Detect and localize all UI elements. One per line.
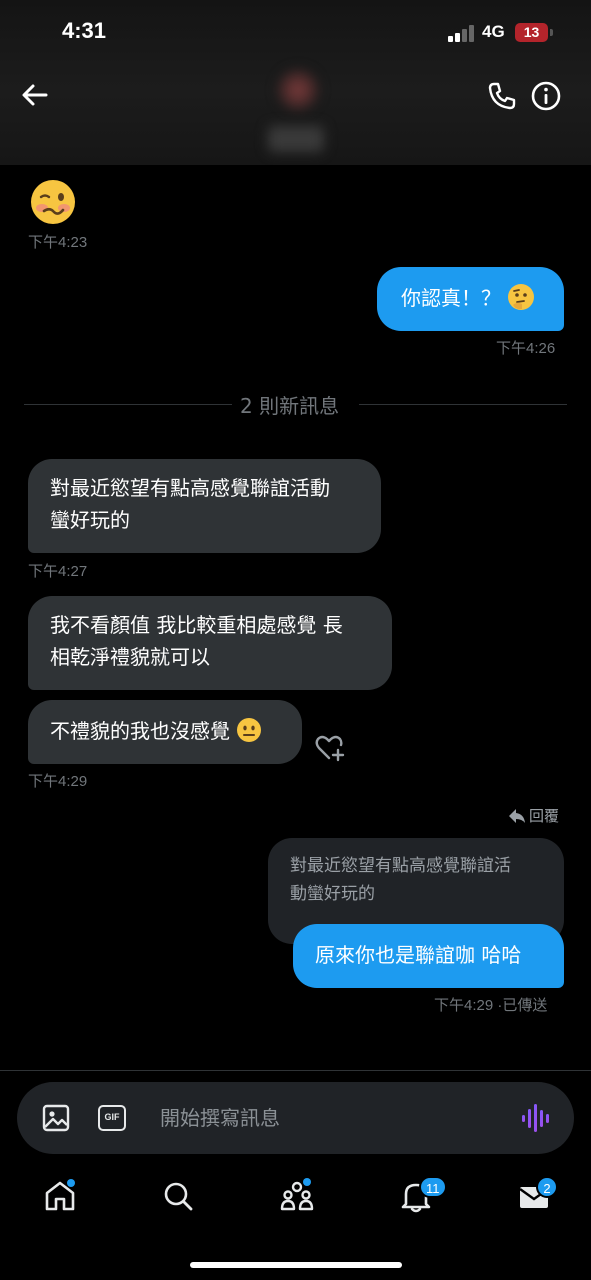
- status-time: 4:31: [62, 18, 107, 43]
- message-timestamp: 下午4:23: [28, 234, 88, 251]
- thinking-face-emoji: [508, 284, 535, 310]
- call-button[interactable]: [486, 80, 518, 112]
- network-type: 4G: [482, 22, 505, 41]
- divider-line-right: [359, 404, 567, 405]
- quoted-text-line: 對最近慾望有點高感覺聯誼活: [290, 856, 511, 876]
- voice-message-button[interactable]: [520, 1102, 550, 1134]
- message-text-line: 我不看顏值 我比較重相處感覺 長: [50, 613, 343, 637]
- quoted-text-line: 動蠻好玩的: [290, 884, 375, 904]
- communities-notification-dot: [303, 1178, 311, 1186]
- message-status: 下午4:29 ·已傳送: [434, 994, 547, 1015]
- message-timestamp: 下午4:27: [28, 563, 88, 580]
- message-text-line: 對最近慾望有點高感覺聯誼活動: [50, 476, 330, 500]
- reply-label-text: 回覆: [529, 807, 560, 825]
- woozy-face-emoji: [31, 180, 75, 224]
- incoming-message[interactable]: 不禮貌的我也沒感覺: [28, 700, 302, 764]
- incoming-message[interactable]: 對最近慾望有點高感覺聯誼活動 蠻好玩的: [28, 459, 381, 553]
- message-text: 原來你也是聯誼咖 哈哈: [315, 943, 522, 967]
- gif-button[interactable]: GIF: [98, 1105, 126, 1131]
- image-icon: [42, 1104, 70, 1132]
- react-button[interactable]: [314, 733, 346, 763]
- notifications-badge: 11: [419, 1176, 447, 1198]
- arrow-left-icon: [22, 84, 48, 106]
- incoming-message[interactable]: 我不看顏值 我比較重相處感覺 長 相乾淨禮貌就可以: [28, 596, 392, 690]
- tab-search[interactable]: [160, 1178, 196, 1214]
- reply-arrow-icon: [509, 809, 525, 823]
- neutral-face-emoji: [237, 718, 262, 742]
- home-notification-dot: [67, 1179, 75, 1187]
- message-text: 不禮貌的我也沒感覺: [50, 719, 230, 743]
- info-button[interactable]: [530, 80, 562, 112]
- signal-icon: [448, 24, 476, 42]
- battery-level: 13: [515, 23, 548, 42]
- phone-icon: [488, 82, 516, 110]
- back-button[interactable]: [18, 78, 52, 112]
- message-emoji-only[interactable]: [30, 179, 76, 225]
- info-icon: [531, 81, 561, 111]
- composer-divider: [0, 1070, 591, 1071]
- search-icon: [164, 1182, 193, 1211]
- reply-indicator: 回覆: [508, 805, 559, 826]
- home-indicator[interactable]: [190, 1262, 402, 1268]
- messages-badge: 2: [536, 1176, 558, 1198]
- divider-line-left: [24, 404, 232, 405]
- battery-tip: [550, 29, 553, 36]
- message-text-line: 蠻好玩的: [50, 508, 130, 532]
- message-text-line: 相乾淨禮貌就可以: [50, 645, 210, 669]
- heart-plus-icon: [315, 735, 345, 762]
- add-image-button[interactable]: [41, 1103, 71, 1133]
- delivery-status: ·已傳送: [497, 997, 548, 1014]
- contact-avatar[interactable]: [276, 68, 320, 112]
- message-timestamp: 下午4:29: [434, 997, 494, 1014]
- outgoing-message[interactable]: 原來你也是聯誼咖 哈哈: [293, 924, 564, 988]
- message-text: 你認真！？: [401, 286, 501, 310]
- message-timestamp: 下午4:29: [28, 773, 88, 790]
- voice-waveform-icon: [522, 1104, 549, 1132]
- message-timestamp: 下午4:26: [496, 340, 556, 357]
- contact-name[interactable]: [268, 126, 324, 152]
- outgoing-message[interactable]: 你認真！？: [377, 267, 564, 331]
- message-input[interactable]: [160, 1100, 500, 1136]
- new-messages-divider: 2 則新訊息: [240, 394, 340, 418]
